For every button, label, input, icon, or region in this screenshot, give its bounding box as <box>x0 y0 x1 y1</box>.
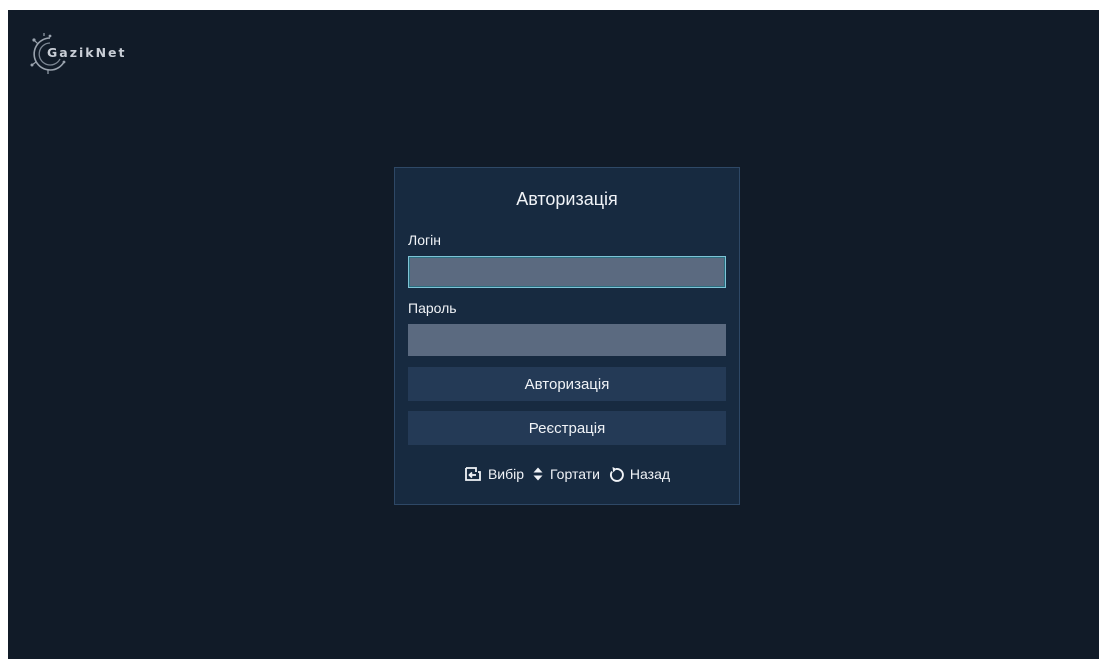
hint-back-label: Назад <box>629 466 671 482</box>
up-down-arrows-icon <box>533 467 543 481</box>
login-label: Логін <box>408 232 441 248</box>
password-label: Пароль <box>408 300 457 316</box>
hint-select-label: Вибір <box>487 466 525 482</box>
gaziknet-logo: GazikNet <box>30 32 124 76</box>
app-screen: GazikNet Авторизація Логін Пароль Автори… <box>8 10 1099 659</box>
hint-scroll-label: Гортати <box>550 466 600 482</box>
password-input[interactable] <box>408 324 726 356</box>
back-rotate-icon <box>609 467 624 482</box>
auth-title: Авторизація <box>516 189 618 209</box>
remote-hints: Вибір Гортати Назад <box>395 466 739 482</box>
register-button[interactable]: Реєстрація <box>408 411 726 445</box>
login-input[interactable] <box>408 256 726 288</box>
enter-key-icon <box>465 467 481 481</box>
hint-back: Назад <box>608 466 670 482</box>
hint-select: Вибір <box>464 466 524 482</box>
login-button[interactable]: Авторизація <box>408 367 726 401</box>
auth-panel: Авторизація Логін Пароль Авторизація Реє… <box>394 167 740 505</box>
logo-text: GazikNet <box>47 45 127 60</box>
hint-scroll: Гортати <box>532 466 600 482</box>
